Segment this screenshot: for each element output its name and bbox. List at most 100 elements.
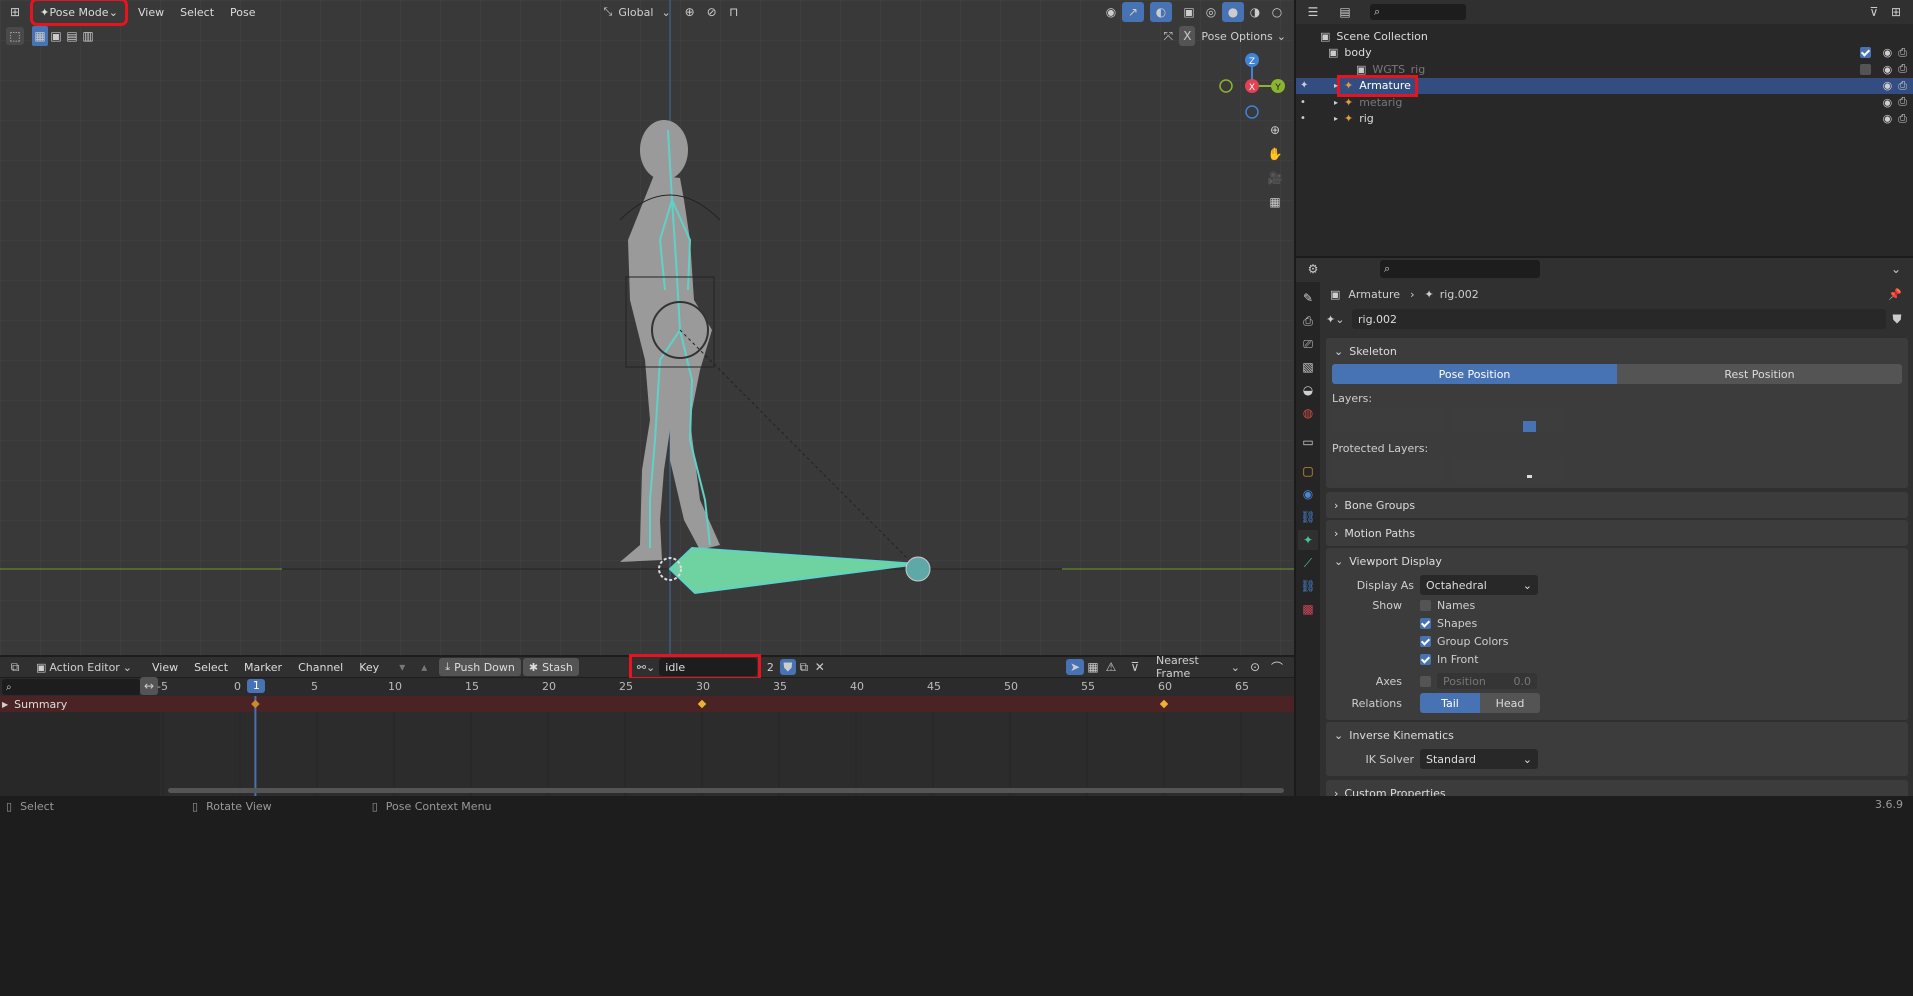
layer-button[interactable]: [1509, 459, 1522, 470]
eye-icon[interactable]: ◉: [1883, 79, 1893, 92]
layer-button[interactable]: [1481, 409, 1494, 420]
layer-button[interactable]: [1416, 409, 1429, 420]
layer-button[interactable]: [1430, 459, 1443, 470]
action-selector[interactable]: ⚯⌄ idle: [628, 654, 761, 680]
group-colors-checkbox[interactable]: [1420, 635, 1431, 647]
keyframe-diamond[interactable]: [697, 699, 707, 709]
overlay-icon[interactable]: ◐: [1150, 2, 1172, 22]
layer-button[interactable]: [1430, 471, 1443, 482]
layer-button[interactable]: [1537, 471, 1550, 482]
collection-tab-icon[interactable]: ▭: [1298, 432, 1318, 452]
only-selected-icon[interactable]: ➤: [1066, 659, 1084, 675]
rest-position-button[interactable]: Rest Position: [1617, 364, 1902, 384]
layer-button[interactable]: [1430, 421, 1443, 432]
layer-button[interactable]: [1523, 459, 1536, 470]
viewport[interactable]: ⊞ ✦ Pose Mode ⌄ View Select Pose ⤡ Globa…: [0, 0, 1294, 655]
editor-type-icon[interactable]: ☰: [1302, 2, 1324, 22]
eye-icon[interactable]: ◉: [1883, 112, 1893, 125]
outliner-row-armature[interactable]: ✦ ▸ ✦ Armature ◉ ⎙: [1296, 74, 1913, 97]
layer-button[interactable]: [1388, 459, 1401, 470]
keyframe-diamond[interactable]: [251, 699, 260, 709]
mirror-icon[interactable]: ⤧: [1157, 26, 1179, 46]
layer-button[interactable]: [1374, 471, 1387, 482]
layers-grid-left[interactable]: [1332, 409, 1443, 432]
layer-button[interactable]: [1416, 421, 1429, 432]
down-arrow-icon[interactable]: ▾: [391, 657, 413, 677]
layer-button[interactable]: [1332, 409, 1345, 420]
only-errors-icon[interactable]: ⚠: [1102, 657, 1120, 677]
menu-view[interactable]: View: [130, 6, 172, 19]
layer-button[interactable]: [1374, 459, 1387, 470]
layer-button[interactable]: [1551, 421, 1564, 432]
layer-button[interactable]: [1388, 421, 1401, 432]
protected-grid-right[interactable]: [1453, 459, 1564, 482]
layer-button[interactable]: [1402, 409, 1415, 420]
camera-icon[interactable]: 🎥: [1264, 168, 1286, 188]
layer-button[interactable]: [1551, 459, 1564, 470]
menu-pose[interactable]: Pose: [222, 6, 263, 19]
layer-button[interactable]: [1551, 471, 1564, 482]
inverse-kinematics-panel-header[interactable]: ⌄ Inverse Kinematics: [1326, 722, 1908, 748]
pose-options-dropdown[interactable]: Pose Options: [1201, 30, 1272, 43]
layer-button[interactable]: [1402, 459, 1415, 470]
exclude-checkbox[interactable]: [1859, 63, 1871, 75]
bone-constraint-tab-icon[interactable]: ⛓: [1298, 576, 1318, 596]
display-mode-icon[interactable]: ▤: [1334, 2, 1356, 22]
layer-button[interactable]: [1467, 409, 1480, 420]
xray-icon[interactable]: ▣: [1178, 2, 1200, 22]
layer-button[interactable]: [1453, 459, 1466, 470]
display-as-dropdown[interactable]: Octahedral ⌄: [1420, 575, 1538, 595]
pivot-icon[interactable]: ⊕: [679, 2, 701, 22]
filter-icon[interactable]: ⊽: [1124, 657, 1146, 677]
layer-button[interactable]: [1388, 409, 1401, 420]
select-extend-icon[interactable]: ▣: [48, 26, 64, 46]
layer-button[interactable]: [1360, 409, 1373, 420]
object-tab-icon[interactable]: ▢: [1298, 461, 1318, 481]
axes-checkbox[interactable]: [1420, 675, 1431, 687]
render-camera-icon[interactable]: ⎙: [1898, 62, 1907, 76]
outliner-row-scene-collection[interactable]: ▣ Scene Collection: [1296, 28, 1913, 45]
properties-search[interactable]: ⌕: [1380, 260, 1540, 278]
snap-mode-dropdown[interactable]: Nearest Frame ⌄: [1156, 654, 1240, 680]
select-subtract-icon[interactable]: ▤: [64, 26, 80, 46]
viewport-display-panel-header[interactable]: ⌄ Viewport Display: [1326, 548, 1908, 574]
ae-menu-key[interactable]: Key: [351, 661, 387, 674]
layer-button[interactable]: [1523, 471, 1536, 482]
constraints-tab-icon[interactable]: ⛓: [1298, 507, 1318, 527]
horizontal-scrollbar[interactable]: [168, 788, 1284, 793]
relations-head-button[interactable]: Head: [1480, 693, 1540, 713]
bone-tab-icon[interactable]: ⟋: [1298, 553, 1318, 573]
select-tool-icon[interactable]: ⬚: [6, 27, 24, 45]
channel-search[interactable]: ⌕: [2, 679, 140, 695]
filter-icon[interactable]: ⊽: [1863, 2, 1885, 22]
layer-button[interactable]: [1523, 421, 1536, 432]
navigation-gizmo[interactable]: Z Y X: [1212, 46, 1292, 126]
expand-triangle-icon[interactable]: ▸: [1334, 81, 1338, 90]
material-shading-icon[interactable]: ◑: [1244, 2, 1266, 22]
datablock-name-field[interactable]: rig.002: [1352, 309, 1886, 329]
layer-button[interactable]: [1346, 471, 1359, 482]
dot-icon[interactable]: •: [1300, 113, 1306, 124]
ae-menu-view[interactable]: View: [144, 661, 186, 674]
outliner-row-wgts-rig[interactable]: ▣ WGTS_rig ◉ ⎙: [1296, 61, 1913, 78]
outliner-row-body[interactable]: ▣ body ◉ ⎙: [1296, 45, 1913, 62]
menu-select[interactable]: Select: [172, 6, 222, 19]
chevron-down-icon[interactable]: ⌄: [1885, 259, 1907, 279]
layer-button[interactable]: [1374, 409, 1387, 420]
layer-button[interactable]: [1453, 421, 1466, 432]
layer-button[interactable]: [1360, 471, 1373, 482]
layer-button[interactable]: [1360, 459, 1373, 470]
eye-icon[interactable]: ◉: [1883, 46, 1893, 59]
render-camera-icon[interactable]: ⎙: [1898, 46, 1907, 60]
editor-type-icon[interactable]: ⊞: [4, 2, 26, 22]
keyframe-diamond[interactable]: [1159, 699, 1169, 709]
pose-position-button[interactable]: Pose Position: [1332, 364, 1617, 384]
layer-button[interactable]: [1467, 421, 1480, 432]
layer-button[interactable]: [1346, 421, 1359, 432]
edit-mode-icon[interactable]: ✦: [1300, 80, 1308, 91]
bone-groups-panel[interactable]: › Bone Groups: [1326, 492, 1908, 518]
pin-icon[interactable]: 📌: [1888, 288, 1902, 301]
dopesheet-area[interactable]: [160, 696, 1294, 796]
stash-button[interactable]: ✱ Stash: [522, 658, 579, 676]
layer-button[interactable]: [1551, 409, 1564, 420]
